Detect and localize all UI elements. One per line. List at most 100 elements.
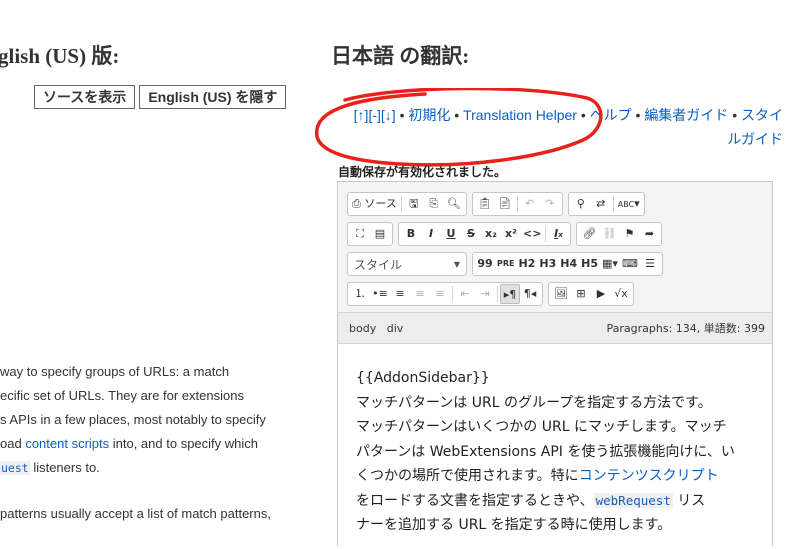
redo-icon[interactable]: ↷ [540,194,560,214]
save-icon[interactable]: 🖫 [404,194,424,214]
sidebar-icon[interactable]: ☰ [640,254,660,274]
link-group: 🔗︎ ⛓ ⚑ ➦ [576,222,663,246]
youtube-icon[interactable]: ▶ [591,284,611,304]
move-down-link[interactable]: [↓] [381,107,396,123]
content-line: くつかの場所で使用されます。特にコンテンツスクリプト [356,464,756,489]
insert-group: 🖼︎ ⊞ ▶ √x [548,282,634,306]
webrequest-code-en: uest [0,461,30,475]
english-line: uest listeners to. [0,456,300,480]
hide-english-button[interactable]: English (US) を隠す [139,85,287,109]
help-link[interactable]: ヘルプ [590,107,632,123]
element-path-bar: body div Paragraphs: 134, 単語数: 399 [338,312,772,344]
replace-icon[interactable]: ⇄ [591,194,611,214]
japanese-translation-heading: 日本語 の翻訳: [331,44,470,68]
view-group: ⛶ ▤ [347,222,393,246]
separator: • [576,107,590,123]
math-button[interactable]: √x [611,284,631,304]
toolbar-row-3: スタイル ▼ 99 PRE H2 H3 H4 H5 ▦▾ ⌨ ☰ [347,252,772,276]
syntax-icon[interactable]: ⌨ [620,254,640,274]
indent-icon[interactable]: ⇥ [475,284,495,304]
translation-nav-links: [↑][-][↓] • 初期化 • Translation Helper • ヘ… [343,103,783,151]
content-text: リス [672,492,706,509]
link-icon[interactable]: 🔗︎ [579,224,599,244]
rtl-icon[interactable]: ¶◂ [520,284,540,304]
preview-icon[interactable]: 🔍︎ [444,194,464,214]
list-group: ⒈ •≡ ≡ ≡ ≡ ⇤ ⇥ ▸¶ ¶◂ [347,282,543,306]
blockquote-button[interactable]: 99 [475,254,495,274]
style-dropdown[interactable]: スタイル ▼ [347,252,467,276]
maximize-icon[interactable]: ⛶ [350,224,370,244]
toolbar-separator [612,196,614,212]
ltr-icon[interactable]: ▸¶ [500,284,520,304]
align-center-icon[interactable]: ≡ [410,284,430,304]
webrequest-code: webRequest [593,492,673,508]
find-icon[interactable]: ⚲ [571,194,591,214]
content-text: をロードする文書を指定するときや、 [356,492,594,509]
arrow-icon[interactable]: ➦ [639,224,659,244]
content-line: パターンは WebExtensions API を使う拡張機能向けに、い [356,443,735,460]
english-text: oad [0,436,26,451]
template-icon[interactable]: ▦▾ [600,254,620,274]
content-scripts-link[interactable]: コンテンツスクリプト [579,468,719,484]
autosave-notice: 自動保存が有効化されました。 [338,165,507,179]
english-text: into, and to specify which [109,436,258,451]
format-group: B I U S x₂ x² <> Ix [398,222,572,246]
show-blocks-icon[interactable]: ▤ [370,224,390,244]
editor-guide-link[interactable]: 編集者ガイド [644,107,728,123]
toolbar-separator [400,196,402,212]
move-up-link[interactable]: [↑] [354,107,369,123]
undo-icon[interactable]: ↶ [520,194,540,214]
numbered-list-icon[interactable]: ⒈ [350,284,370,304]
heading3-button[interactable]: H3 [537,254,558,274]
source-button[interactable]: ⎙ ソース [350,194,399,214]
align-left-icon[interactable]: ≡ [390,284,410,304]
align-right-icon[interactable]: ≡ [430,284,450,304]
reset-link[interactable]: 初期化 [408,107,450,123]
table-icon[interactable]: ⊞ [571,284,591,304]
source-group: ⎙ ソース 🖫 ⎘ 🔍︎ [347,192,467,216]
content-line: をロードする文書を指定するときや、 webRequest リス [356,489,756,514]
toolbar-separator [497,286,498,302]
unlink-icon[interactable]: ⛓ [599,224,619,244]
view-source-button[interactable]: ソースを表示 [34,85,136,109]
path-item-div[interactable]: div [387,322,404,335]
strikethrough-button[interactable]: S [461,224,481,244]
collapse-link[interactable]: [-] [368,107,380,123]
style-dropdown-value: スタイル [354,257,403,272]
outdent-icon[interactable]: ⇤ [455,284,475,304]
english-line: s APIs in a few places, most notably to … [0,412,266,427]
english-source-text: way to specify groups of URLs: a match e… [0,360,300,526]
translation-helper-link[interactable]: Translation Helper [463,107,577,123]
bold-button[interactable]: B [401,224,421,244]
code-button[interactable]: <> [521,224,543,244]
find-group: ⚲ ⇄ ABC▾ [567,192,645,216]
heading2-button[interactable]: H2 [517,254,538,274]
underline-button[interactable]: U [441,224,461,244]
paste-text-icon[interactable]: 📄︎ [495,194,515,214]
pre-button[interactable]: PRE [495,254,517,274]
editor-toolbar: ⎙ ソース 🖫 ⎘ 🔍︎ 📋︎ 📄︎ ↶ ↷ ⚲ ⇄ ABC▾ ⛶ ▤ B I … [338,182,772,312]
bulleted-list-icon[interactable]: •≡ [370,284,390,304]
editor-content[interactable]: {{AddonSidebar}} マッチパターンは URL のグループを指定する… [338,344,772,549]
clipboard-group: 📋︎ 📄︎ ↶ ↷ [471,192,563,216]
heading4-button[interactable]: H4 [558,254,579,274]
source-label: ソース [364,197,397,210]
content-line: マッチパターンは URL のグループを指定する方法です。 [356,394,712,411]
italic-button[interactable]: I [421,224,441,244]
subscript-button[interactable]: x₂ [481,224,501,244]
paste-icon[interactable]: 📋︎ [475,194,495,214]
chevron-down-icon: ▼ [453,259,460,269]
content-scripts-link-en[interactable]: content scripts [25,436,109,451]
macro-line: {{AddonSidebar}} [356,370,490,386]
spellcheck-button[interactable]: ABC▾ [616,194,642,214]
save-edit-icon[interactable]: ⎘ [424,194,444,214]
spellcheck-icon: ABC [617,200,635,209]
superscript-button[interactable]: x² [501,224,521,244]
remove-format-button[interactable]: Ix [548,224,568,244]
english-line: patterns usually accept a list of match … [0,506,271,521]
heading5-button[interactable]: H5 [579,254,600,274]
anchor-flag-icon[interactable]: ⚑ [619,224,639,244]
separator: • [631,107,645,123]
image-icon[interactable]: 🖼︎ [551,284,571,304]
path-item-body[interactable]: body [349,322,376,335]
